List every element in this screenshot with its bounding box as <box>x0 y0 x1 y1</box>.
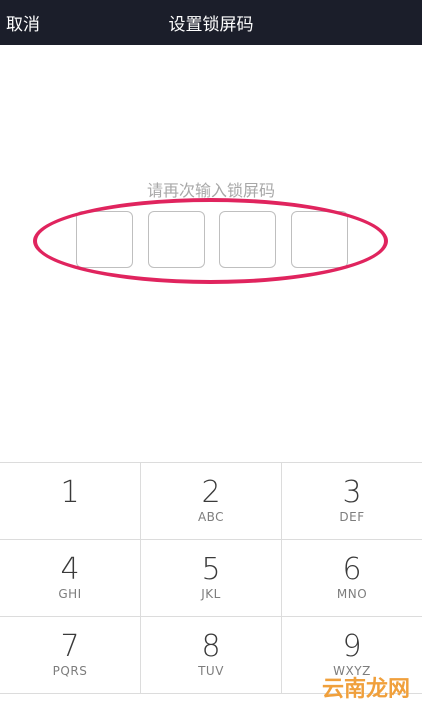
key-4[interactable]: 4 GHI <box>0 540 141 616</box>
top-bar: 取消 设置锁屏码 <box>0 0 422 45</box>
key-digit: 7 <box>60 629 80 664</box>
key-letters: GHI <box>58 587 82 601</box>
key-5[interactable]: 5 JKL <box>141 540 282 616</box>
key-letters: PQRS <box>52 664 88 678</box>
page-title: 设置锁屏码 <box>168 15 254 35</box>
key-digit: 6 <box>342 552 362 587</box>
key-digit: 5 <box>201 552 221 587</box>
pin-input-row[interactable] <box>76 211 348 268</box>
key-digit: 9 <box>342 629 362 664</box>
keypad-row-1: 1 2 ABC 3 DEF <box>0 463 422 540</box>
key-digit: 3 <box>342 475 362 510</box>
keypad-row-2: 4 GHI 5 JKL 6 MNO <box>0 540 422 617</box>
key-letters: TUV <box>198 664 224 678</box>
key-letters: JKL <box>201 587 221 601</box>
key-letters: DEF <box>339 510 365 524</box>
pin-digit-box-4 <box>290 211 348 268</box>
key-letters: ABC <box>197 510 225 524</box>
lock-screen-setup: 取消 设置锁屏码 请再次输入锁屏码 1 2 ABC 3 DEF 4 GHI 5 … <box>0 0 422 715</box>
key-2[interactable]: 2 ABC <box>141 463 282 539</box>
key-digit: 8 <box>201 629 221 664</box>
watermark-logo: 云南龙网 <box>321 677 410 702</box>
key-digit: 4 <box>60 552 80 587</box>
pin-digit-box-3 <box>219 211 277 268</box>
key-6[interactable]: 6 MNO <box>282 540 422 616</box>
key-digit: 2 <box>201 475 221 510</box>
key-7[interactable]: 7 PQRS <box>0 617 141 693</box>
pin-digit-box-2 <box>147 211 205 268</box>
key-letters: MNO <box>336 587 368 601</box>
pin-digit-box-1 <box>76 211 133 268</box>
key-8[interactable]: 8 TUV <box>141 617 282 693</box>
cancel-button[interactable]: 取消 <box>0 0 50 45</box>
prompt-text: 请再次输入锁屏码 <box>146 181 275 200</box>
key-digit: 1 <box>60 475 80 510</box>
key-1[interactable]: 1 <box>0 463 141 539</box>
key-3[interactable]: 3 DEF <box>282 463 422 539</box>
